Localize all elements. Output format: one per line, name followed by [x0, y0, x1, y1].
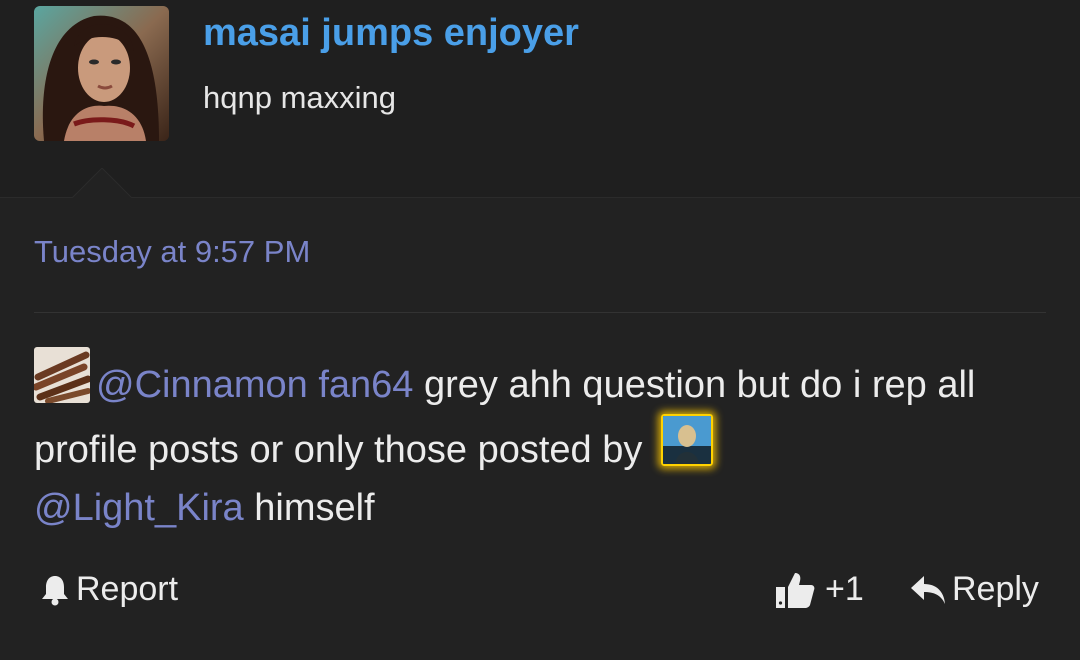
message-text-part2: himself [243, 487, 375, 529]
user-title: hqnp maxxing [203, 80, 397, 115]
report-button[interactable]: Report [40, 570, 178, 609]
reply-arrow-icon [911, 575, 945, 604]
report-label: Report [76, 570, 179, 608]
mention-avatar-cinnamon[interactable] [34, 347, 90, 403]
caret-pointer [72, 168, 132, 198]
post-timestamp[interactable]: Tuesday at 9:57 PM [34, 234, 310, 270]
thumbs-up-icon [776, 572, 815, 608]
profile-photo-icon [34, 6, 169, 141]
like-button[interactable]: +1 [775, 570, 864, 609]
content-divider [34, 312, 1046, 313]
username[interactable]: masai jumps enjoyer [203, 12, 579, 55]
mention-link-light-kira[interactable]: @Light_Kira [34, 487, 244, 529]
reply-button[interactable]: Reply [910, 570, 1039, 609]
mention-avatar-light-kira[interactable] [660, 414, 713, 466]
like-count: +1 [825, 570, 864, 608]
avatar[interactable] [34, 6, 169, 141]
header-divider [0, 197, 1080, 198]
mention-link-cinnamon[interactable]: @Cinnamon fan64 [96, 364, 413, 406]
post-message: @Cinnamon fan64 grey ahh question but do… [34, 347, 1054, 537]
reply-label: Reply [952, 570, 1039, 608]
bell-icon [42, 575, 68, 605]
